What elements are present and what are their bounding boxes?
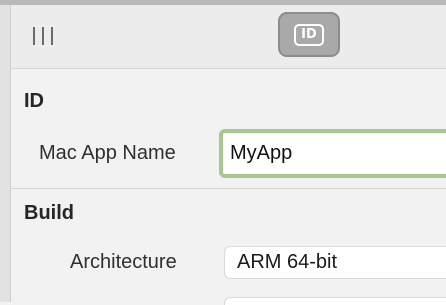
id-section-title: ID [24, 90, 44, 112]
mac-app-name-field-wrapper [219, 129, 446, 178]
id-card-icon-text: ID [301, 27, 317, 42]
section-divider [11, 188, 446, 189]
sidebar-toggle-line-2 [42, 27, 44, 45]
architecture-select[interactable]: ARM 64-bit [224, 246, 446, 279]
sidebar-toggle-line-3 [51, 27, 53, 45]
sidebar-toggle-line-1 [33, 27, 35, 45]
architecture-label: Architecture [70, 251, 177, 273]
inspector-toolbar [0, 5, 446, 69]
architecture-select-value: ARM 64-bit [237, 251, 338, 273]
mac-app-name-label: Mac App Name [39, 142, 176, 164]
id-tab-button[interactable]: ID [278, 12, 340, 57]
build-section-title: Build [24, 202, 74, 224]
sidebar-toggle-icon[interactable] [33, 26, 53, 46]
next-field-control[interactable] [224, 297, 446, 305]
left-panel-edge [0, 5, 11, 302]
id-card-icon: ID [294, 23, 324, 46]
mac-app-name-input[interactable] [223, 133, 446, 174]
